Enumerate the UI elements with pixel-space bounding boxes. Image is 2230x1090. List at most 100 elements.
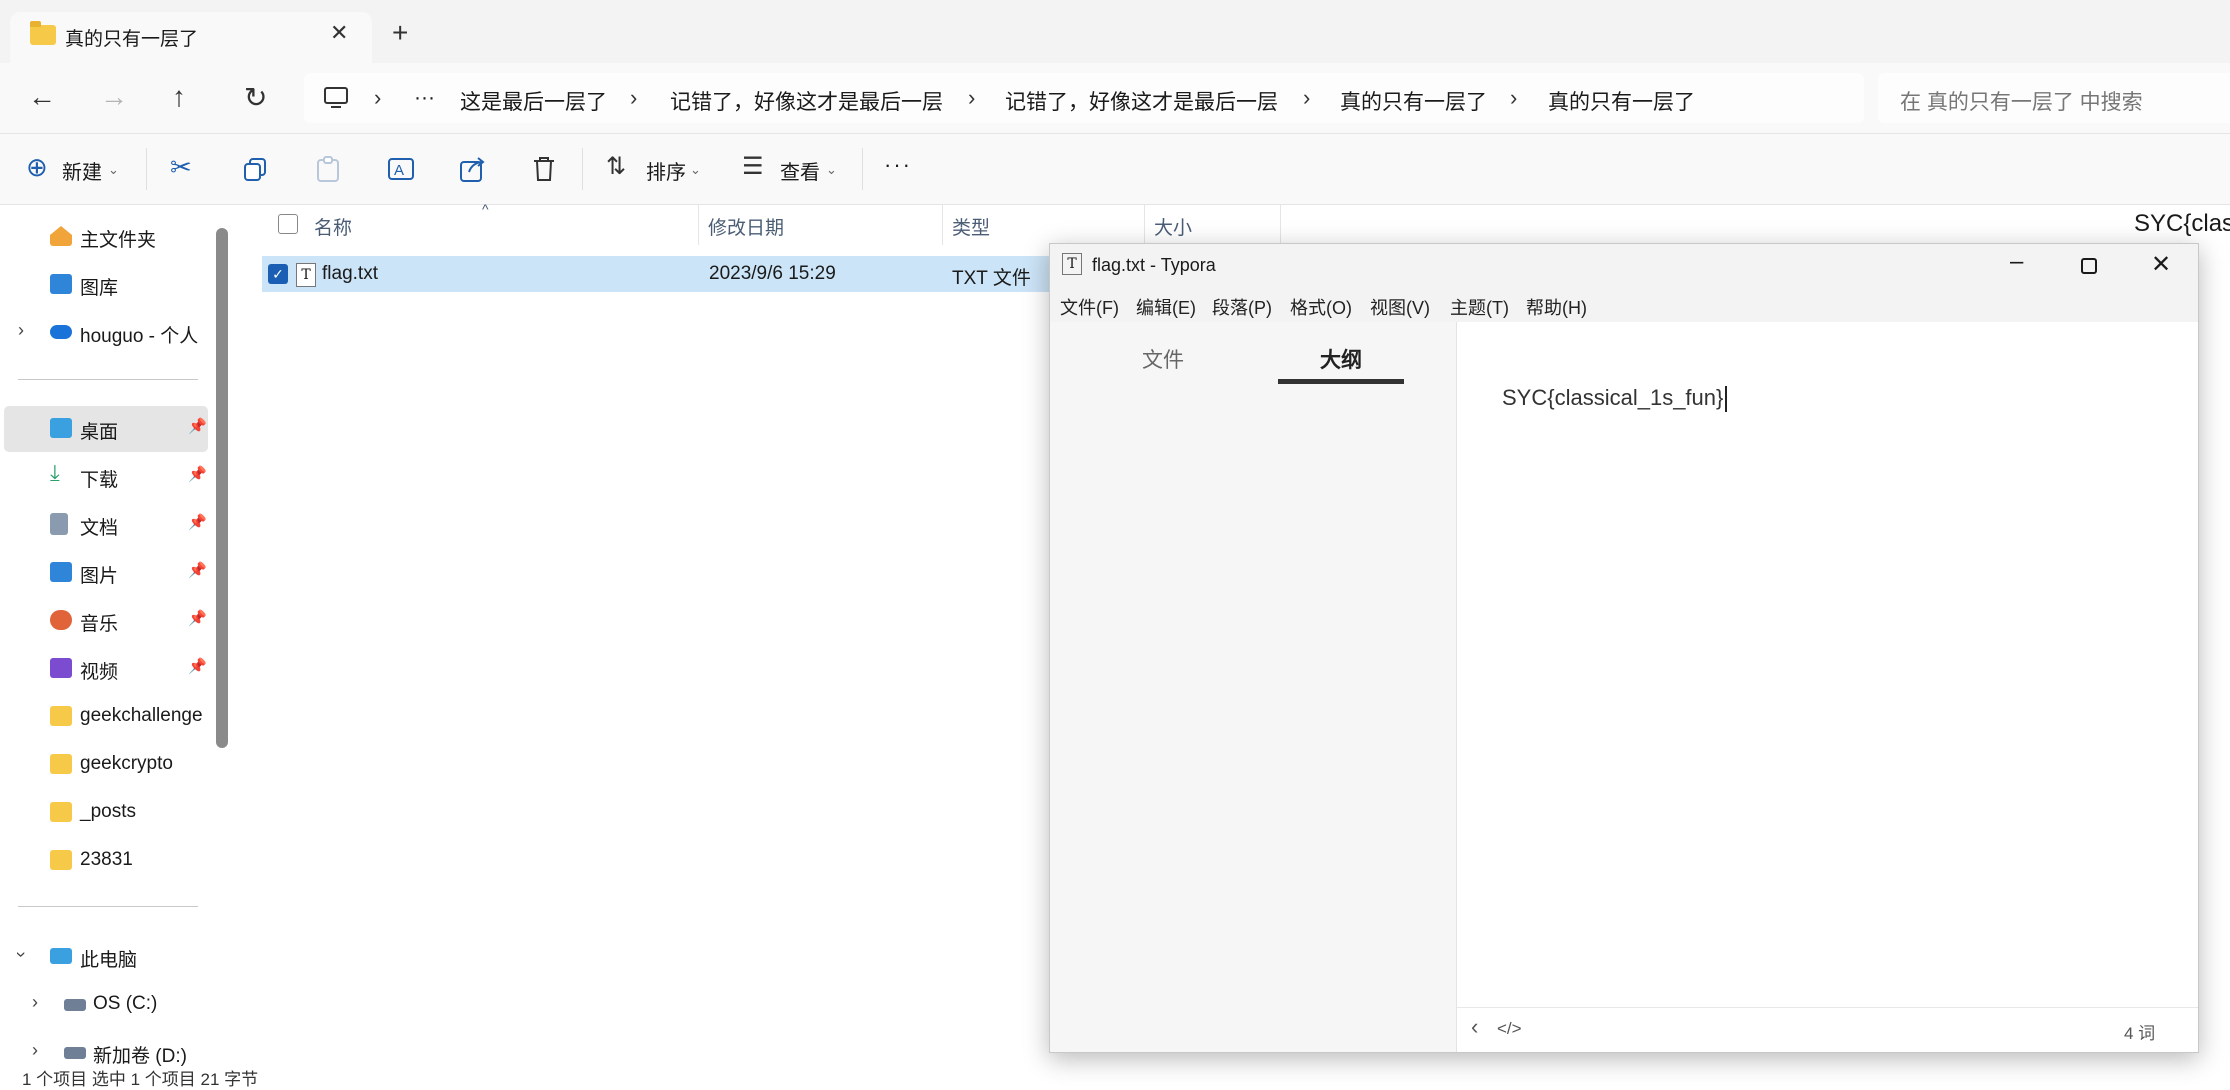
sidebar-item-pictures[interactable]: 图片 📌 <box>0 550 212 596</box>
menu-file[interactable]: 文件(F) <box>1060 294 1119 320</box>
column-divider[interactable] <box>698 205 699 245</box>
source-code-icon[interactable]: </> <box>1497 1019 1522 1039</box>
up-button[interactable]: ↑ <box>172 81 186 113</box>
sidebar-item-onedrive[interactable]: › houguo - 个人 <box>0 310 212 356</box>
address-bar[interactable]: › ··· 这是最后一层了 › 记错了，好像这才是最后一层 › 记错了，好像这才… <box>304 73 1864 123</box>
typora-menu-bar: 文件(F) 编辑(E) 段落(P) 格式(O) 视图(V) 主题(T) 帮助(H… <box>1050 286 2198 322</box>
sidebar-item-23831[interactable]: 23831 <box>0 838 212 884</box>
chevron-right-icon[interactable]: › <box>32 1040 38 1061</box>
drive-icon <box>64 999 86 1011</box>
folder-icon <box>50 802 72 822</box>
typora-editor[interactable]: SYC{classical_1s_fun} <box>1457 322 2198 972</box>
sidebar-item-label: 桌面 <box>80 422 119 443</box>
download-icon: ⤓ <box>50 460 60 485</box>
sidebar-item-geekchallenge[interactable]: geekchallenge <box>0 694 210 740</box>
share-icon[interactable] <box>460 156 486 182</box>
column-date[interactable]: 修改日期 <box>708 213 784 240</box>
refresh-button[interactable]: ↻ <box>244 81 267 114</box>
sidebar-item-label: 视频 <box>80 662 119 683</box>
typora-title-bar[interactable]: T flag.txt - Typora – ✕ <box>1050 244 2198 286</box>
breadcrumb-item[interactable]: 这是最后一层了 <box>460 86 607 116</box>
tab-files[interactable]: 文件 <box>1142 344 1184 374</box>
new-tab-button[interactable]: + <box>392 17 408 49</box>
pin-icon[interactable]: 📌 <box>188 609 207 627</box>
menu-format[interactable]: 格式(O) <box>1290 294 1352 320</box>
menu-view[interactable]: 视图(V) <box>1370 294 1430 320</box>
breadcrumb-separator: › <box>968 85 976 110</box>
sidebar-item-label: 此电脑 <box>80 950 138 971</box>
folder-icon <box>50 850 72 870</box>
column-divider[interactable] <box>1144 205 1145 245</box>
column-name[interactable]: 名称 <box>314 213 352 240</box>
breadcrumb-item[interactable]: 记错了，好像这才是最后一层 <box>1005 86 1278 116</box>
column-divider[interactable] <box>942 205 943 245</box>
chevron-down-icon[interactable]: › <box>11 952 32 958</box>
typora-title: flag.txt - Typora <box>1092 255 1216 275</box>
pin-icon[interactable]: 📌 <box>188 465 207 483</box>
typora-status-bar: ‹ </> 4 词 <box>1457 1007 2198 1052</box>
sidebar-item-geekcrypto[interactable]: geekcrypto <box>0 742 212 788</box>
more-options-button[interactable]: ··· <box>884 152 912 178</box>
chevron-right-icon[interactable]: › <box>32 992 38 1013</box>
tab-outline[interactable]: 大纲 <box>1320 344 1362 374</box>
back-button[interactable]: ← <box>28 81 56 113</box>
breadcrumb-item[interactable]: 记错了，好像这才是最后一层 <box>670 86 943 116</box>
sidebar-item-label: geekchallenge <box>80 705 203 726</box>
breadcrumb-separator: › <box>1303 85 1311 110</box>
breadcrumb-item[interactable]: 真的只有一层了 <box>1340 86 1487 116</box>
column-size[interactable]: 大小 <box>1154 213 1192 240</box>
chevron-down-icon: ⌄ <box>826 162 837 177</box>
column-divider[interactable] <box>1280 205 1281 245</box>
editor-text[interactable]: SYC{classical_1s_fun} <box>1502 385 1728 413</box>
sidebar-item-documents[interactable]: 文档 📌 <box>0 502 212 548</box>
desktop-icon <box>50 418 72 438</box>
pin-icon[interactable]: 📌 <box>188 513 207 531</box>
column-header-row: 名称 ^ 修改日期 类型 大小 <box>262 201 1282 245</box>
menu-help[interactable]: 帮助(H) <box>1526 294 1587 320</box>
copy-icon[interactable] <box>244 158 268 182</box>
close-window-button[interactable]: ✕ <box>2151 250 2171 279</box>
chevron-right-icon[interactable]: › <box>18 320 24 341</box>
menu-paragraph[interactable]: 段落(P) <box>1212 294 1272 320</box>
row-checkbox[interactable]: ✓ <box>268 264 288 284</box>
menu-theme[interactable]: 主题(T) <box>1450 294 1509 320</box>
gallery-icon <box>50 274 72 294</box>
minimize-button[interactable]: – <box>2010 248 2023 276</box>
sidebar-item-posts[interactable]: _posts <box>0 790 212 836</box>
column-type[interactable]: 类型 <box>952 213 990 240</box>
search-input[interactable]: 在 真的只有一层了 中搜索 <box>1878 73 2230 123</box>
menu-edit[interactable]: 编辑(E) <box>1136 294 1196 320</box>
sidebar-item-label: 音乐 <box>80 614 119 635</box>
sidebar-item-home[interactable]: 主文件夹 <box>0 214 212 260</box>
select-all-checkbox[interactable] <box>278 214 298 234</box>
forward-button[interactable]: → <box>100 81 128 113</box>
typora-window[interactable]: T flag.txt - Typora – ✕ 文件(F) 编辑(E) 段落(P… <box>1049 243 2199 1053</box>
folder-icon <box>50 706 72 726</box>
rename-icon[interactable]: A <box>388 156 414 182</box>
back-arrow-icon[interactable]: ‹ <box>1471 1014 1478 1040</box>
sidebar-item-drive-c[interactable]: › OS (C:) <box>0 982 212 1028</box>
pin-icon[interactable]: 📌 <box>188 657 207 675</box>
document-icon <box>50 513 68 535</box>
cut-icon[interactable]: ✂ <box>170 152 192 183</box>
pin-icon[interactable]: 📌 <box>188 561 207 579</box>
sidebar-item-gallery[interactable]: 图库 <box>0 262 212 308</box>
breadcrumb-more-button[interactable]: ··· <box>414 86 435 110</box>
sidebar-scrollbar[interactable] <box>216 228 228 748</box>
sort-button[interactable]: 排序 <box>646 156 686 185</box>
breadcrumb-item[interactable]: 真的只有一层了 <box>1548 86 1695 116</box>
pin-icon[interactable]: 📌 <box>188 417 207 435</box>
word-count[interactable]: 4 词 <box>2124 1019 2155 1044</box>
sidebar-item-videos[interactable]: 视频 📌 <box>0 646 212 692</box>
sidebar-item-this-pc[interactable]: › 此电脑 <box>0 934 212 980</box>
explorer-tab[interactable]: 真的只有一层了 ✕ <box>10 12 372 63</box>
view-button[interactable]: 查看 <box>780 156 820 185</box>
sidebar-item-downloads[interactable]: ⤓ 下载 📌 <box>0 454 212 500</box>
delete-icon[interactable] <box>532 156 556 182</box>
paste-icon[interactable] <box>316 156 340 182</box>
close-tab-icon[interactable]: ✕ <box>330 20 348 46</box>
sidebar-item-music[interactable]: 音乐 📌 <box>0 598 212 644</box>
maximize-button[interactable] <box>2081 258 2097 274</box>
sidebar-item-desktop[interactable]: 桌面 📌 <box>4 406 208 452</box>
new-button[interactable]: 新建 <box>62 156 102 185</box>
